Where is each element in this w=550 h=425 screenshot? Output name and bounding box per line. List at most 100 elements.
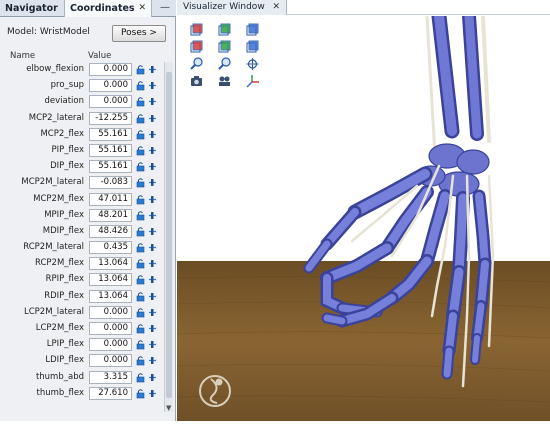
coordinate-row: MCP2_lateral -12.255 [0,111,162,127]
coordinate-name: LDIP_flex [45,355,84,366]
coordinate-value-field[interactable]: 0.000 [89,322,132,335]
slider-icon[interactable] [148,145,157,156]
lock-icon[interactable] [136,258,145,269]
coordinate-name: RCP2M_lateral [23,242,84,253]
slider-icon[interactable] [148,258,157,269]
slider-icon[interactable] [148,226,157,237]
coordinate-value-field[interactable]: 55.161 [89,160,132,174]
slider-icon[interactable] [148,210,157,221]
coordinate-value-field[interactable]: 0.000 [89,305,132,319]
coordinate-value-field[interactable]: 0.000 [89,79,132,93]
value-column-header: Value [88,51,112,61]
scroll-thumb[interactable] [166,72,172,398]
tab-coordinates[interactable]: Coordinates ✕ [64,0,152,17]
lock-icon[interactable] [136,145,145,156]
slider-icon[interactable] [148,307,157,318]
snapshot-icon[interactable] [189,73,204,87]
lock-icon[interactable] [136,226,145,237]
coordinate-value-field[interactable]: -12.255 [89,111,132,125]
lock-icon[interactable] [136,96,145,107]
scroll-down-icon[interactable]: ▼ [166,404,171,412]
coordinate-value-field[interactable]: 47.011 [89,192,132,206]
minimize-icon[interactable]: — [160,0,170,15]
lock-icon[interactable] [136,291,145,302]
coordinate-row: MCP2_flex 55.161 [0,127,162,143]
lock-icon[interactable] [136,372,145,383]
coordinate-row: PIP_flex 55.161 [0,143,162,159]
visualizer-tab-label: Visualizer Window [183,2,265,12]
view-top-icon[interactable] [217,22,232,36]
lock-icon[interactable] [136,307,145,318]
slider-icon[interactable] [148,194,157,205]
coordinate-value-field[interactable]: 0.435 [89,241,132,255]
slider-icon[interactable] [148,64,157,75]
middle-distal-shade [323,314,346,325]
view-right-icon[interactable] [245,22,260,36]
lock-icon[interactable] [136,177,145,188]
coordinate-value-field[interactable]: 13.064 [89,273,132,287]
3d-viewport[interactable] [176,8,550,421]
zoom-in-icon[interactable] [189,56,204,70]
slider-icon[interactable] [148,113,157,124]
coordinate-value-field[interactable]: 0.000 [89,354,132,368]
record-icon[interactable] [217,73,232,87]
slider-icon[interactable] [148,161,157,172]
slider-icon[interactable] [148,242,157,253]
lock-icon[interactable] [136,210,145,221]
zoom-out-icon[interactable] [217,56,232,70]
lock-icon[interactable] [136,194,145,205]
coordinate-row: RDIP_flex 13.064 [0,289,162,305]
slider-icon[interactable] [148,96,157,107]
slider-icon[interactable] [148,388,157,399]
coordinate-value-field[interactable]: 13.064 [89,257,132,271]
slider-icon[interactable] [148,177,157,188]
coordinate-value-field[interactable]: 3.315 [89,370,132,384]
fit-view-icon[interactable] [245,56,260,70]
slider-icon[interactable] [148,129,157,140]
lock-icon[interactable] [136,274,145,285]
lock-icon[interactable] [136,355,145,366]
close-icon[interactable]: ✕ [272,0,280,15]
tab-navigator[interactable]: Navigator [0,0,64,17]
slider-icon[interactable] [148,274,157,285]
tab-visualizer[interactable]: Visualizer Window ✕ [177,0,287,15]
slider-icon[interactable] [148,80,157,91]
view-bottom-icon[interactable] [217,39,232,53]
slider-icon[interactable] [148,372,157,383]
coordinate-value-field[interactable]: 13.064 [89,289,132,303]
lock-icon[interactable] [136,388,145,399]
coordinate-value-field[interactable]: 48.201 [89,208,132,222]
close-icon[interactable]: ✕ [138,0,146,17]
lock-icon[interactable] [136,339,145,350]
scrollbar[interactable]: ▼ [164,62,173,412]
lock-icon[interactable] [136,242,145,253]
coordinate-value-field[interactable]: 0.000 [89,63,132,76]
slider-icon[interactable] [148,355,157,366]
coordinate-value-field[interactable]: -0.083 [89,176,132,190]
lock-icon[interactable] [136,80,145,91]
coordinate-value-field[interactable]: 55.161 [89,127,132,141]
slider-icon[interactable] [148,291,157,302]
coordinate-value-field[interactable]: 0.000 [89,95,132,109]
coordinate-row: LCP2M_flex 0.000 [0,321,162,337]
axes-icon[interactable] [245,73,260,88]
coordinate-name: pro_sup [50,80,84,91]
slider-icon[interactable] [148,323,157,334]
slider-icon[interactable] [148,339,157,350]
lock-icon[interactable] [136,113,145,124]
coordinate-name: PIP_flex [51,144,84,155]
coordinate-row: RCP2M_flex 13.064 [0,256,162,272]
lock-icon[interactable] [136,323,145,334]
lock-icon[interactable] [136,161,145,172]
lock-icon[interactable] [136,129,145,140]
coordinate-value-field[interactable]: 48.426 [89,224,132,238]
coordinate-value-field[interactable]: 27.610 [89,386,132,400]
coordinate-value-field[interactable]: 55.161 [89,143,132,157]
coordinate-row: RPIP_flex 13.064 [0,272,162,288]
view-back-icon[interactable] [189,39,204,53]
view-left-icon[interactable] [245,39,260,53]
view-front-icon[interactable] [189,22,204,36]
poses-button[interactable]: Poses > [112,25,166,42]
lock-icon[interactable] [136,64,145,75]
coordinate-value-field[interactable]: 0.000 [89,338,132,352]
